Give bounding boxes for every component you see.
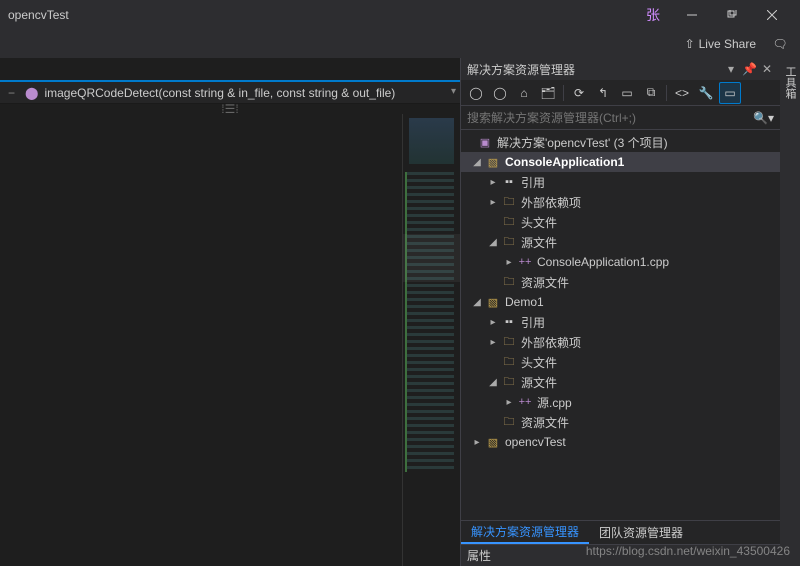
panel-header[interactable]: 解决方案资源管理器 ▾ 📌 ✕	[461, 58, 780, 80]
maximize-button[interactable]	[712, 0, 752, 30]
close-icon[interactable]: ✕	[760, 62, 774, 76]
properties-title: 属性	[467, 547, 491, 564]
cpp-file-icon: ++	[517, 394, 533, 410]
share-icon: ⇧	[685, 37, 695, 51]
solution-icon: ▣	[477, 134, 493, 150]
switch-views-button[interactable]: 🗂	[537, 82, 559, 104]
references-icon: ▪▪	[501, 314, 517, 330]
collapse-button[interactable]: ↰	[592, 82, 614, 104]
tree-node-file[interactable]: ▸++源.cpp	[461, 392, 780, 412]
tree-node-resources[interactable]: ▸🗀资源文件	[461, 412, 780, 432]
solution-node[interactable]: ▸▣解决方案'opencvTest' (3 个项目)	[461, 132, 780, 152]
panel-menu-icon[interactable]: ▾	[724, 62, 738, 76]
project-node[interactable]: ◢▧Demo1	[461, 292, 780, 312]
tree-node-headers[interactable]: ▸🗀头文件	[461, 212, 780, 232]
tree-node-references[interactable]: ▸▪▪引用	[461, 172, 780, 192]
minimap-block	[409, 118, 454, 164]
back-button[interactable]: ◯	[465, 82, 487, 104]
window-title: opencvTest	[8, 8, 69, 22]
solution-tree[interactable]: ▸▣解决方案'opencvTest' (3 个项目) ◢▧ConsoleAppl…	[461, 130, 780, 520]
editor-area: − ⬤ imageQRCodeDetect(const string & in_…	[0, 58, 460, 566]
tab-solution-explorer[interactable]: 解决方案资源管理器	[461, 521, 589, 544]
search-icon[interactable]: 🔍▾	[753, 111, 774, 125]
tree-node-sources[interactable]: ◢🗀源文件	[461, 372, 780, 392]
right-rail: 工具箱	[780, 58, 800, 566]
tree-node-file[interactable]: ▸++ConsoleApplication1.cpp	[461, 252, 780, 272]
titlebar: opencvTest 张	[0, 0, 800, 30]
breadcrumb-method-icon: ⬤	[25, 86, 38, 100]
solution-search-row: 🔍▾	[461, 106, 780, 130]
chevron-down-icon[interactable]: ▾	[451, 86, 456, 97]
home-button[interactable]: ⌂	[513, 82, 535, 104]
feedback-icon[interactable]: 🗨	[768, 29, 792, 59]
project-node[interactable]: ▸▧opencvTest	[461, 432, 780, 452]
solution-toolbar: ◯ ◯ ⌂ 🗂 ⟳ ↰ ▭ ⧉ <> 🔧 ▭	[461, 80, 780, 106]
refresh-button[interactable]: ⟳	[568, 82, 590, 104]
panel-tab-strip: 解决方案资源管理器 团队资源管理器	[461, 520, 780, 544]
breadcrumb-collapse-icon: −	[8, 86, 15, 100]
properties-button[interactable]: 🔧	[695, 82, 717, 104]
toolbox-tab[interactable]: 工具箱	[782, 62, 798, 103]
code-view-button[interactable]: <>	[671, 82, 693, 104]
project-icon: ▧	[485, 434, 501, 450]
panel-title: 解决方案资源管理器	[467, 61, 575, 78]
folder-icon: 🗀	[501, 354, 517, 370]
folder-icon: 🗀	[501, 274, 517, 290]
tree-node-references[interactable]: ▸▪▪引用	[461, 312, 780, 332]
user-badge[interactable]: 张	[646, 5, 660, 25]
project-icon: ▧	[485, 294, 501, 310]
tree-node-resources[interactable]: ▸🗀资源文件	[461, 272, 780, 292]
minimap-viewport[interactable]	[403, 234, 460, 282]
project-icon: ▧	[485, 154, 501, 170]
project-node[interactable]: ◢▧ConsoleApplication1	[461, 152, 780, 172]
minimap[interactable]	[402, 114, 460, 566]
cpp-file-icon: ++	[517, 254, 533, 270]
folder-icon: 🗀	[501, 334, 517, 350]
breadcrumb-text: imageQRCodeDetect(const string & in_file…	[44, 86, 395, 100]
folder-icon: 🗀	[501, 414, 517, 430]
tree-node-headers[interactable]: ▸🗀头文件	[461, 352, 780, 372]
tree-node-extdeps[interactable]: ▸🗀外部依赖项	[461, 192, 780, 212]
tree-node-extdeps[interactable]: ▸🗀外部依赖项	[461, 332, 780, 352]
minimap-block	[405, 172, 454, 472]
minimize-button[interactable]	[672, 0, 712, 30]
breadcrumb-bar[interactable]: − ⬤ imageQRCodeDetect(const string & in_…	[0, 80, 460, 104]
tree-node-sources[interactable]: ◢🗀源文件	[461, 232, 780, 252]
preview-button[interactable]: ▭	[719, 82, 741, 104]
forward-button[interactable]: ◯	[489, 82, 511, 104]
tab-team-explorer[interactable]: 团队资源管理器	[589, 521, 693, 544]
folder-icon: 🗀	[501, 234, 517, 250]
split-handle[interactable]: ⁞☰⁞	[0, 104, 460, 114]
live-share-button[interactable]: ⇧ Live Share	[685, 37, 756, 51]
solution-explorer-panel: 解决方案资源管理器 ▾ 📌 ✕ ◯ ◯ ⌂ 🗂 ⟳ ↰ ▭ ⧉ <> 🔧 ▭ 🔍…	[460, 58, 780, 566]
folder-icon: 🗀	[501, 194, 517, 210]
code-editor[interactable]: ransform); g& out_file);	[0, 114, 402, 566]
properties-panel-header[interactable]: 属性	[461, 544, 780, 566]
live-share-label: Live Share	[699, 37, 756, 51]
top-toolbar: ⇧ Live Share 🗨	[0, 30, 800, 58]
solution-search-input[interactable]	[467, 111, 749, 125]
copy-button[interactable]: ⧉	[640, 82, 662, 104]
show-all-button[interactable]: ▭	[616, 82, 638, 104]
pin-icon[interactable]: 📌	[742, 62, 756, 76]
close-button[interactable]	[752, 0, 792, 30]
folder-icon: 🗀	[501, 214, 517, 230]
references-icon: ▪▪	[501, 174, 517, 190]
folder-icon: 🗀	[501, 374, 517, 390]
